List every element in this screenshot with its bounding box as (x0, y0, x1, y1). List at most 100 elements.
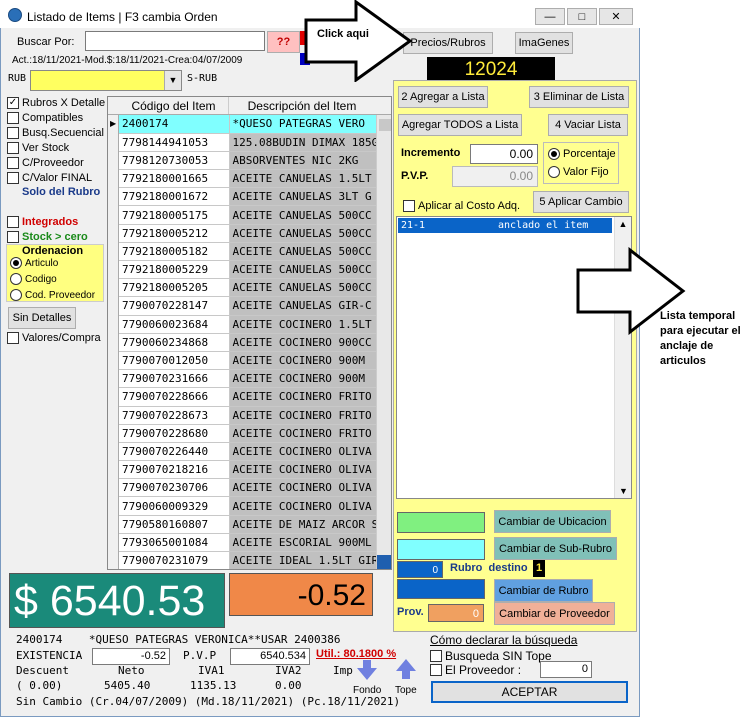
cell-codigo[interactable]: 7792180005212 (119, 224, 230, 243)
table-row[interactable]: 7792180005182 ACEITE CANUELAS 500CC (119, 242, 379, 262)
cell-codigo[interactable]: 7798120730053 (119, 151, 230, 171)
option-check[interactable]: Busq.Secuencial (7, 127, 104, 139)
table-row[interactable]: 7792180005229 ACEITE CANUELAS 500CC (119, 260, 379, 280)
table-row[interactable]: 7790070226440 ACEITE COCINERO OLIVA (119, 442, 379, 462)
cell-codigo[interactable]: 7790070230706 (119, 478, 230, 498)
el-proveedor-check[interactable]: El Proveedor : (430, 663, 521, 677)
option-check[interactable]: Compatibles (7, 112, 83, 124)
busqueda-sin-tope-check[interactable]: Busqueda SIN Tope (430, 649, 552, 663)
chevron-down-icon[interactable]: ▼ (615, 486, 632, 496)
pvp-bottom-field[interactable]: 6540.534 (230, 648, 310, 665)
table-row[interactable]: 7793065001084 ACEITE ESCORIAL 900ML (119, 533, 379, 553)
cell-codigo[interactable]: 7790070228673 (119, 406, 230, 425)
maximize-button[interactable]: □ (567, 8, 597, 25)
integrados-check[interactable]: Integrados (7, 216, 78, 228)
cambiar-rubro-button[interactable]: Cambiar de Rubro (494, 579, 593, 602)
cell-descripcion[interactable]: ACEITE COCINERO 900M (229, 369, 379, 389)
cell-descripcion[interactable]: ACEITE CANUELAS 500CC (229, 205, 379, 225)
table-row[interactable]: 7790070231666 ACEITE COCINERO 900M (119, 369, 379, 389)
cell-descripcion[interactable]: ACEITE CANUELAS GIR-C (229, 296, 379, 316)
sin-detalles-button[interactable]: Sin Detalles (8, 307, 76, 329)
cell-codigo[interactable]: 7790070228147 (119, 296, 230, 316)
cell-descripcion[interactable]: ACEITE IDEAL 1.5LT GIR (229, 551, 379, 569)
cell-descripcion[interactable]: *QUESO PATEGRAS VERO (229, 115, 379, 134)
table-row[interactable]: 7792180005212 ACEITE CANUELAS 500CC (119, 224, 379, 243)
cell-codigo[interactable]: 7792180005205 (119, 278, 230, 298)
table-row[interactable]: 7798120730053 ABSORVENTES NIC 2KG (119, 151, 379, 171)
col-descripcion-header[interactable]: Descripción del Item (229, 97, 375, 114)
agregar-todos-button[interactable]: Agregar TODOS a Lista (398, 114, 522, 136)
minimize-button[interactable]: — (535, 8, 565, 25)
agregar-lista-button[interactable]: 2 Agregar a Lista (398, 86, 488, 108)
table-row[interactable]: 7790070228673 ACEITE COCINERO FRITO (119, 406, 379, 425)
table-row[interactable]: 7792180005175 ACEITE CANUELAS 500CC (119, 205, 379, 225)
cell-descripcion[interactable]: ACEITE CANUELAS 1.5LT (229, 169, 379, 189)
cell-descripcion[interactable]: ACEITE COCINERO FRITO (229, 406, 379, 425)
radio-porcentaje[interactable]: Porcentaje (548, 148, 616, 160)
cell-codigo[interactable]: 7798144941053 (119, 133, 230, 152)
scroll-thumb[interactable] (379, 119, 391, 131)
table-row[interactable]: 7790060023684 ACEITE COCINERO 1.5LT (119, 315, 379, 334)
table-row[interactable]: 7792180005205 ACEITE CANUELAS 500CC (119, 278, 379, 298)
radio-cod-proveedor[interactable]: Cod. Proveedor (10, 289, 95, 301)
precios-rubros-button[interactable]: Precios/Rubros (403, 32, 493, 54)
chevron-down-icon[interactable]: ▼ (164, 71, 181, 90)
search-input[interactable] (85, 31, 265, 51)
cell-descripcion[interactable]: ACEITE COCINERO 1.5LT (229, 315, 379, 334)
cell-codigo[interactable]: 7790070228666 (119, 387, 230, 407)
table-row[interactable]: 7790070228666 ACEITE COCINERO FRITO (119, 387, 379, 407)
search-qq-button[interactable]: ?? (267, 31, 300, 53)
cell-descripcion[interactable]: ACEITE COCINERO OLIVA (229, 478, 379, 498)
table-row[interactable]: 7790070230706 ACEITE COCINERO OLIVA (119, 478, 379, 498)
cell-descripcion[interactable]: ACEITE CANUELAS 500CC (229, 242, 379, 262)
cell-codigo[interactable]: 7790060009329 (119, 496, 230, 516)
cell-codigo[interactable]: 7790580160807 (119, 515, 230, 534)
cambiar-subrubro-button[interactable]: Cambiar de Sub-Rubro (494, 537, 617, 560)
cell-codigo[interactable]: 7790070218216 (119, 460, 230, 480)
cell-descripcion[interactable]: ACEITE COCINERO OLIVA (229, 442, 379, 462)
imagenes-button[interactable]: ImaGenes (515, 32, 573, 54)
solo-rubro-label[interactable]: Solo del Rubro (22, 186, 100, 198)
table-row[interactable]: 7790070012050 ACEITE COCINERO 900M (119, 351, 379, 371)
option-check[interactable]: ✓ Rubros X Detalle (7, 97, 105, 109)
cell-codigo[interactable]: 7792180005175 (119, 205, 230, 225)
table-row[interactable]: 7798144941053 125.08BUDIN DIMAX 185G (119, 133, 379, 152)
cell-codigo[interactable]: 2400174 (119, 115, 230, 134)
cell-codigo[interactable]: 7790070231079 (119, 551, 230, 569)
cell-descripcion[interactable]: ACEITE DE MAIZ ARCOR S (229, 515, 379, 534)
cell-codigo[interactable]: 7790070228680 (119, 424, 230, 443)
existencia-field[interactable]: -0.52 (92, 648, 170, 665)
cell-descripcion[interactable]: ACEITE CANUELAS 500CC (229, 260, 379, 280)
prov-field[interactable]: 0 (428, 604, 484, 622)
cell-descripcion[interactable]: ACEITE CANUELAS 3LT G (229, 187, 379, 207)
cell-descripcion[interactable]: ACEITE COCINERO FRITO (229, 424, 379, 443)
table-scrollbar[interactable] (376, 115, 391, 569)
radio-articulo[interactable]: Articulo (10, 257, 58, 269)
cambiar-proveedor-button[interactable]: Cambiar de Proveedor (494, 602, 615, 625)
checkbox-icon[interactable] (7, 172, 19, 184)
table-row[interactable]: 7792180001665 ACEITE CANUELAS 1.5LT (119, 169, 379, 189)
valores-compra-check[interactable]: Valores/Compra (7, 332, 101, 344)
checkbox-icon[interactable] (7, 142, 19, 154)
cell-codigo[interactable]: 7790060234868 (119, 333, 230, 352)
vaciar-lista-button[interactable]: 4 Vaciar Lista (548, 114, 628, 136)
table-row[interactable]: 7790070231079 ACEITE IDEAL 1.5LT GIR (119, 551, 379, 569)
cell-codigo[interactable]: 7792180001665 (119, 169, 230, 189)
table-row[interactable]: 7792180001672 ACEITE CANUELAS 3LT G (119, 187, 379, 207)
chevron-up-icon[interactable]: ▲ (615, 219, 631, 229)
cell-descripcion[interactable]: ABSORVENTES NIC 2KG (229, 151, 379, 171)
cell-descripcion[interactable]: ACEITE COCINERO 900M (229, 351, 379, 371)
cell-descripcion[interactable]: ACEITE COCINERO OLIVA (229, 460, 379, 480)
pvp-field[interactable]: 0.00 (452, 166, 538, 187)
option-check[interactable]: Ver Stock (7, 142, 69, 154)
col-codigo-header[interactable]: Código del Item (119, 97, 229, 114)
radio-valor-fijo[interactable]: Valor Fijo (548, 166, 609, 178)
table-row[interactable]: 2400174 *QUESO PATEGRAS VERO (119, 115, 379, 134)
option-check[interactable]: C/Proveedor (7, 157, 84, 169)
table-row[interactable]: 7790060234868 ACEITE COCINERO 900CC (119, 333, 379, 352)
cambiar-ubicacion-button[interactable]: Cambiar de Ubicacion (494, 510, 611, 533)
table-row[interactable]: 7790060009329 ACEITE COCINERO OLIVA (119, 496, 379, 516)
cell-descripcion[interactable]: ACEITE CANUELAS 500CC (229, 278, 379, 298)
aplicar-costo-check[interactable]: Aplicar al Costo Adq. (403, 200, 520, 212)
temp-list-item[interactable]: 21-1 anclado el item (398, 218, 612, 233)
